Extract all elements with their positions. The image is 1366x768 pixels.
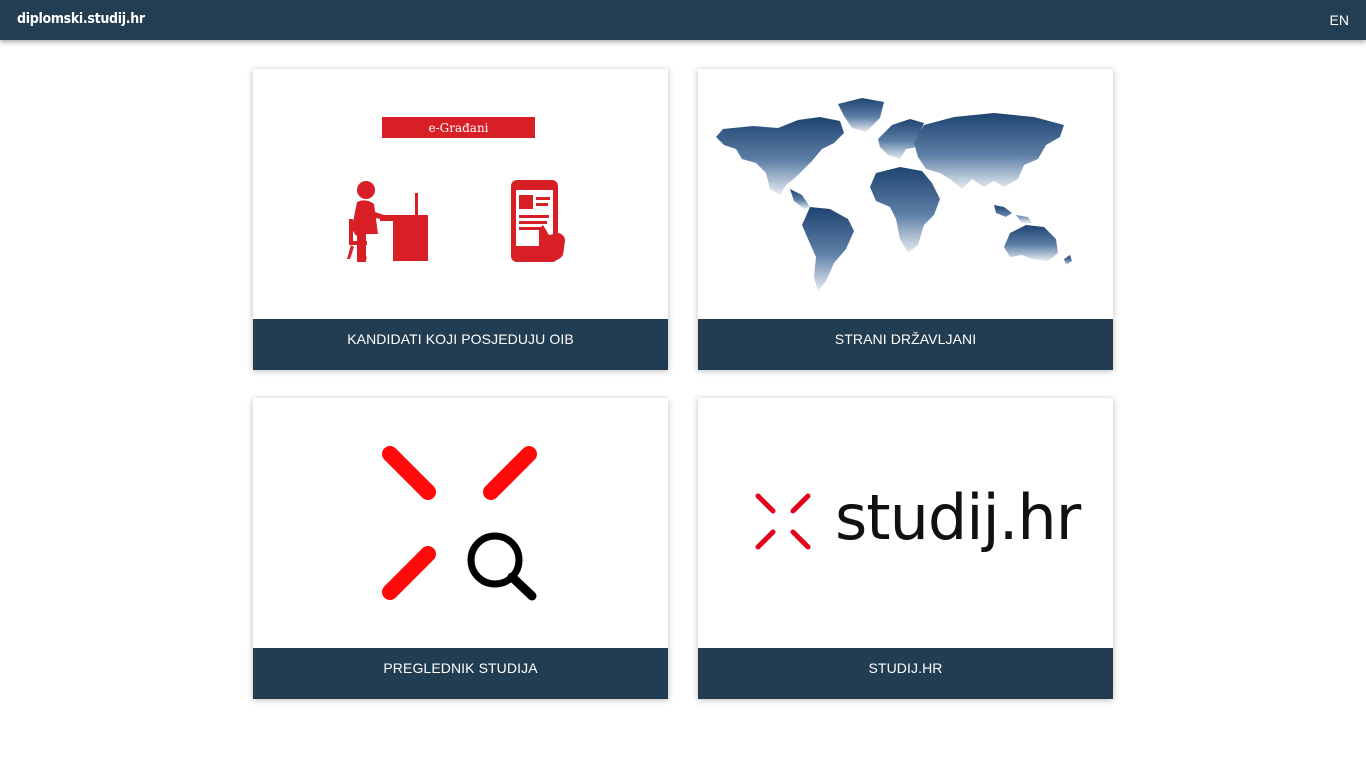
card-study-browser[interactable]: PREGLEDNIK STUDIJA (253, 398, 668, 699)
world-map-icon (716, 98, 1072, 291)
card-image: studij.hr (698, 398, 1113, 648)
studij-logo-mark-icon (755, 493, 811, 550)
card-oib-candidates[interactable]: e-Građani KANDIDATI KOJI POSJEDUJU OIB (253, 69, 668, 370)
studij-hr-logo: studij.hr (755, 481, 1083, 554)
card-image (253, 398, 668, 648)
egradani-illustration: e-Građani (347, 117, 565, 262)
studij-hr-logo-text: studij.hr (835, 481, 1082, 554)
card-caption[interactable]: STRANI DRŽAVLJANI (698, 319, 1113, 370)
card-image (698, 69, 1113, 319)
card-caption[interactable]: KANDIDATI KOJI POSJEDUJU OIB (253, 319, 668, 370)
card-caption[interactable]: STUDIJ.HR (698, 648, 1113, 699)
site-brand-link[interactable]: diplomski.studij.hr (17, 11, 145, 27)
studij-logo-mark-icon (382, 446, 537, 600)
smartphone-tap-icon (511, 180, 565, 262)
person-at-computer-icon (347, 181, 428, 262)
top-navbar: diplomski.studij.hr EN (0, 0, 1366, 40)
magnifier-icon (467, 532, 537, 601)
card-studij-hr[interactable]: studij.hr STUDIJ.HR (698, 398, 1113, 699)
card-caption[interactable]: PREGLEDNIK STUDIJA (253, 648, 668, 699)
study-browser-illustration (382, 446, 537, 601)
card-image: e-Građani (253, 69, 668, 319)
card-foreign-nationals[interactable]: STRANI DRŽAVLJANI (698, 69, 1113, 370)
language-toggle[interactable]: EN (1330, 12, 1349, 28)
egradani-banner-text: e-Građani (428, 121, 488, 135)
